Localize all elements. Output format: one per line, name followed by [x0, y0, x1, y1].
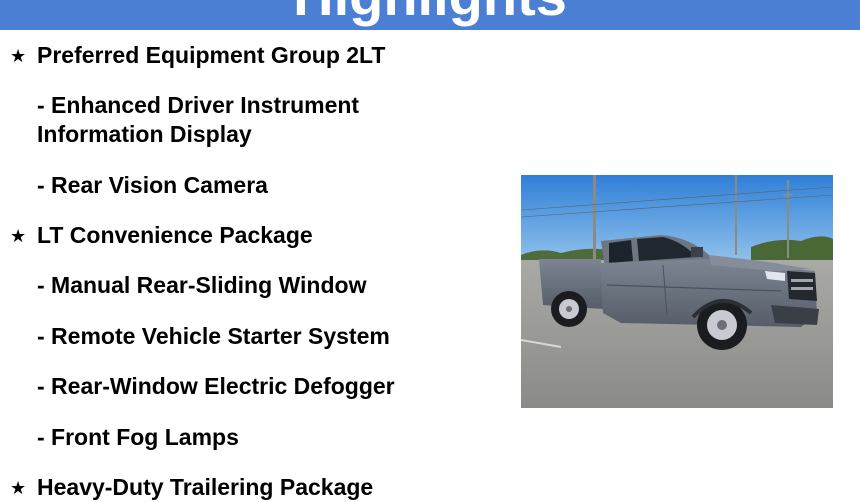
truck-photo	[521, 175, 833, 408]
star-icon: ★	[10, 46, 27, 66]
feature-list: ★ Preferred Equipment Group 2LT - Enhanc…	[0, 0, 470, 500]
star-icon: ★	[10, 478, 27, 498]
feature-sub-item: - Rear-Window Electric Defogger	[37, 373, 395, 399]
feature-sub-item: - Manual Rear-Sliding Window	[37, 272, 367, 298]
feature-sub-item: - Rear Vision Camera	[37, 172, 268, 198]
feature-sub-item: - Remote Vehicle Starter System	[37, 323, 390, 349]
feature-heading: Heavy-Duty Trailering Package	[37, 474, 374, 500]
feature-sub-item: - Front Fog Lamps	[37, 424, 239, 450]
feature-heading: Preferred Equipment Group 2LT	[37, 42, 386, 68]
feature-sub-item: - Enhanced Driver Instrument	[37, 92, 360, 118]
feature-heading: LT Convenience Package	[37, 222, 313, 248]
feature-sub-item-continued: Information Display	[37, 121, 252, 147]
star-icon: ★	[10, 226, 27, 246]
truck-image	[521, 175, 833, 408]
